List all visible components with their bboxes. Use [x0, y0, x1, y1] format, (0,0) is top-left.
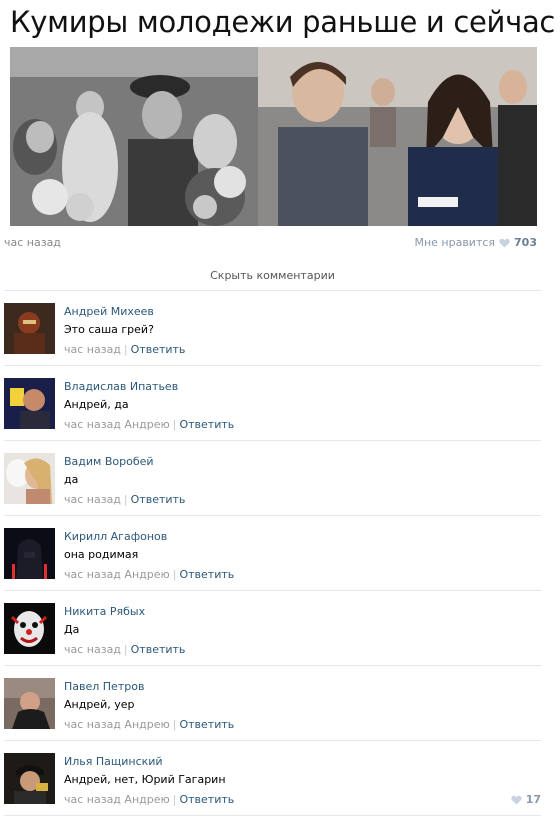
reply-link[interactable]: Ответить [131, 343, 186, 356]
reply-link[interactable]: Ответить [131, 643, 186, 656]
comment-text: она родимая [64, 548, 139, 561]
comment-time[interactable]: час назад [64, 418, 121, 431]
comment-author[interactable]: Никита Рябых [64, 605, 145, 618]
reply-link[interactable]: Ответить [131, 493, 186, 506]
divider [4, 815, 541, 816]
avatar[interactable] [4, 603, 55, 654]
comment-like-count: 17 [525, 793, 541, 806]
comment-item: Андрей Михеев Это саша грей? час назад | О… [4, 291, 541, 365]
comment-footer: час назад Андрею | Ответить [64, 568, 235, 581]
comment-author[interactable]: Владислав Ипатьев [64, 380, 178, 393]
comment-footer: час назад | Ответить [64, 343, 186, 356]
comment-footer: час назад Андрею | Ответить [64, 718, 235, 731]
comment-item: Кирилл Агафонов она родимая час назад Ан… [4, 516, 541, 590]
comment-author[interactable]: Илья Пащинский [64, 755, 163, 768]
comment-item: Вадим Воробей да час назад | Ответить [4, 441, 541, 515]
comment-author[interactable]: Кирилл Агафонов [64, 530, 167, 543]
photo-gagarin-with-girls [10, 47, 258, 226]
comment-like-button[interactable]: 17 [511, 793, 541, 806]
comment-reply-to[interactable]: Андрею [124, 793, 169, 806]
comment-author[interactable]: Вадим Воробей [64, 455, 154, 468]
comment-footer: час назад | Ответить [64, 493, 186, 506]
avatar[interactable] [4, 678, 55, 729]
comment-footer: час назад | Ответить [64, 643, 186, 656]
post-image[interactable] [10, 47, 537, 226]
comment-time[interactable]: час назад [64, 718, 121, 731]
comment-item: Владислав Ипатьев Андрей, да час назад А… [4, 366, 541, 440]
comment-text: да [64, 473, 79, 486]
comment-text: Андрей, нет, Юрий Гагарин [64, 773, 226, 786]
avatar[interactable] [4, 753, 55, 804]
like-label: Мне нравится [414, 236, 496, 249]
comment-time[interactable]: час назад [64, 493, 121, 506]
like-count: 703 [514, 236, 537, 249]
comment-time[interactable]: час назад [64, 643, 121, 656]
hide-comments-link[interactable]: Скрыть комментарии [0, 269, 545, 282]
post-meta: час назад Мне нравится 703 [4, 236, 537, 252]
post-time[interactable]: час назад [4, 236, 61, 249]
avatar[interactable] [4, 378, 55, 429]
comment-time[interactable]: час назад [64, 568, 121, 581]
like-button[interactable]: Мне нравится 703 [414, 236, 537, 249]
comment-text: Андрей, уер [64, 698, 135, 711]
comment-text: Андрей, да [64, 398, 129, 411]
comment-time[interactable]: час назад [64, 343, 121, 356]
photo-sasha-grey [258, 47, 537, 226]
avatar[interactable] [4, 528, 55, 579]
comment-author[interactable]: Павел Петров [64, 680, 144, 693]
comment-text: Да [64, 623, 80, 636]
comment-text: Это саша грей? [64, 323, 154, 336]
comment-item: Павел Петров Андрей, уер час назад Андре… [4, 666, 541, 740]
reply-link[interactable]: Ответить [179, 793, 234, 806]
comment-footer: час назад Андрею | Ответить [64, 418, 235, 431]
heart-icon [511, 795, 522, 805]
comment-footer: час назад Андрею | Ответить [64, 793, 235, 806]
comment-reply-to[interactable]: Андрею [124, 718, 169, 731]
comment-item: Никита Рябых Да час назад | Ответить [4, 591, 541, 665]
comment-item: Илья Пащинский Андрей, нет, Юрий Гагарин… [4, 741, 541, 815]
comment-reply-to[interactable]: Андрею [124, 418, 169, 431]
reply-link[interactable]: Ответить [179, 718, 234, 731]
avatar[interactable] [4, 303, 55, 354]
reply-link[interactable]: Ответить [179, 568, 234, 581]
comment-reply-to[interactable]: Андрею [124, 568, 169, 581]
comment-time[interactable]: час назад [64, 793, 121, 806]
heart-icon [499, 238, 510, 248]
comment-author[interactable]: Андрей Михеев [64, 305, 154, 318]
avatar[interactable] [4, 453, 55, 504]
post-title: Кумиры молодежи раньше и сейчас [10, 5, 556, 39]
reply-link[interactable]: Ответить [179, 418, 234, 431]
